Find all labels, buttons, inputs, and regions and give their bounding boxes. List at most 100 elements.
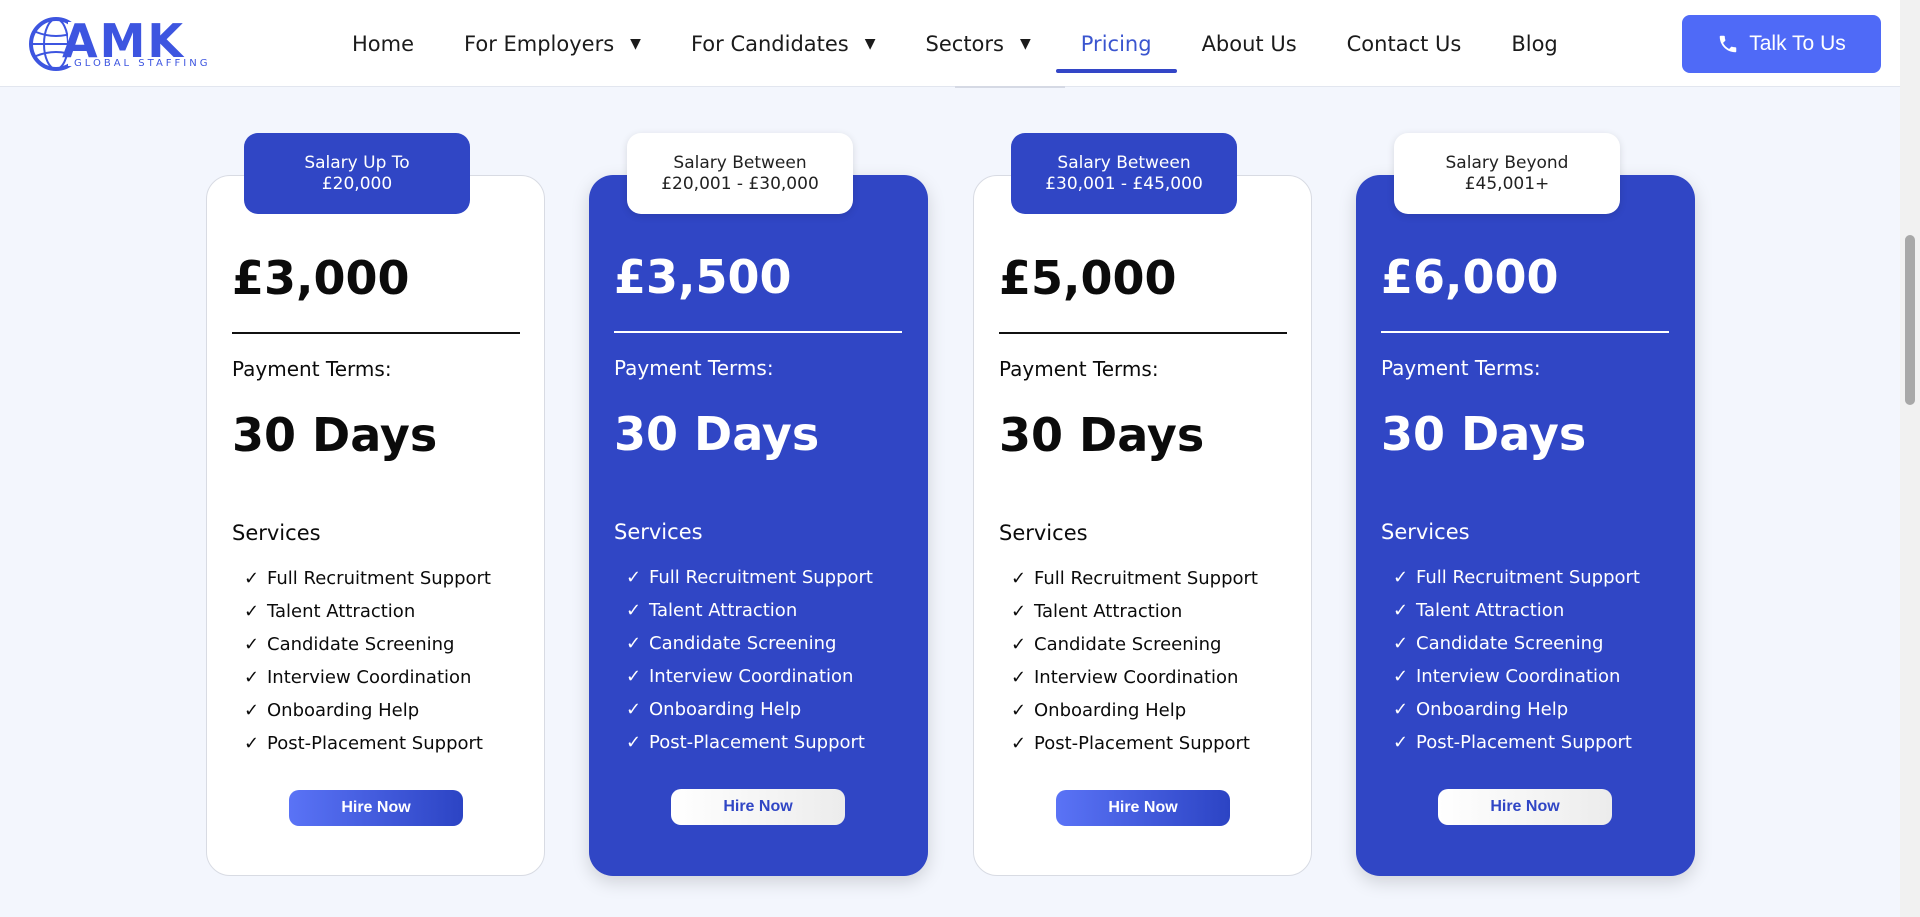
nav-item-contact-us[interactable]: Contact Us: [1347, 0, 1462, 87]
talk-to-us-label: Talk To Us: [1749, 32, 1846, 55]
check-icon: ✓: [244, 634, 260, 655]
salary-tag-4: Salary Beyond £45,001+: [1394, 133, 1620, 214]
check-icon: ✓: [1393, 699, 1409, 720]
check-icon: ✓: [1011, 700, 1027, 721]
list-item: ✓ Full Recruitment Support: [1011, 568, 1258, 601]
check-icon: ✓: [244, 667, 260, 688]
list-item: ✓ Candidate Screening: [1393, 633, 1640, 666]
service-label: Interview Coordination: [267, 667, 472, 688]
list-item: ✓ Post-Placement Support: [1011, 733, 1258, 766]
pricing-card-3: £5,000 Payment Terms: 30 Days Services ✓…: [973, 175, 1312, 876]
service-label: Talent Attraction: [1034, 601, 1183, 622]
list-item: ✓ Onboarding Help: [1393, 699, 1640, 732]
payment-terms-value: 30 Days: [999, 408, 1205, 462]
check-icon: ✓: [626, 600, 642, 621]
pricing-card-2: £3,500 Payment Terms: 30 Days Services ✓…: [589, 175, 928, 876]
check-icon: ✓: [1393, 666, 1409, 687]
check-icon: ✓: [244, 733, 260, 754]
nav-item-for-employers[interactable]: For Employers ▼: [464, 0, 641, 87]
main-nav: Home For Employers ▼ For Candidates ▼ Se…: [352, 0, 1558, 87]
nav-item-label: Contact Us: [1346, 31, 1462, 56]
list-item: ✓ Interview Coordination: [244, 667, 491, 700]
service-label: Onboarding Help: [1416, 699, 1569, 720]
service-label: Full Recruitment Support: [1034, 568, 1258, 589]
payment-terms-value: 30 Days: [614, 407, 820, 461]
list-item: ✓ Onboarding Help: [1011, 700, 1258, 733]
check-icon: ✓: [1011, 667, 1027, 688]
salary-tag-line1: Salary Beyond: [1445, 152, 1569, 173]
list-item: ✓ Post-Placement Support: [626, 732, 873, 765]
price: £3,000: [232, 251, 410, 305]
check-icon: ✓: [626, 699, 642, 720]
service-label: Candidate Screening: [267, 634, 455, 655]
nav-item-blog[interactable]: Blog: [1511, 0, 1557, 87]
check-icon: ✓: [244, 568, 260, 589]
nav-item-sectors[interactable]: Sectors ▼: [926, 0, 1031, 87]
payment-terms-value: 30 Days: [232, 408, 438, 462]
list-item: ✓ Post-Placement Support: [244, 733, 491, 766]
services-list: ✓ Full Recruitment Support ✓ Talent Attrac…: [1011, 568, 1258, 766]
salary-tag-3: Salary Between £30,001 - £45,000: [1011, 133, 1237, 214]
site-logo[interactable]: AMK GLOBAL STAFFING: [28, 14, 208, 72]
phone-icon: [1720, 35, 1737, 53]
hire-now-button[interactable]: Hire Now: [1056, 790, 1230, 826]
nav-item-about-us[interactable]: About Us: [1202, 0, 1297, 87]
card-divider: [614, 331, 902, 333]
list-item: ✓ Onboarding Help: [626, 699, 873, 732]
talk-to-us-button[interactable]: Talk To Us: [1682, 15, 1881, 73]
payment-terms-label: Payment Terms:: [232, 357, 392, 381]
service-label: Full Recruitment Support: [267, 568, 491, 589]
list-item: ✓ Full Recruitment Support: [1393, 567, 1640, 600]
salary-tag-1: Salary Up To £20,000: [244, 133, 470, 214]
service-label: Onboarding Help: [267, 700, 420, 721]
scrollbar-thumb[interactable]: [1905, 235, 1915, 405]
list-item: ✓ Talent Attraction: [1011, 601, 1258, 634]
nav-item-for-candidates[interactable]: For Candidates ▼: [691, 0, 876, 87]
service-label: Interview Coordination: [1416, 666, 1621, 687]
service-label: Candidate Screening: [1416, 633, 1604, 654]
check-icon: ✓: [626, 633, 642, 654]
price: £6,000: [1381, 250, 1559, 304]
card-divider: [232, 332, 520, 334]
services-list: ✓ Full Recruitment Support ✓ Talent Attrac…: [626, 567, 873, 765]
check-icon: ✓: [1393, 600, 1409, 621]
list-item: ✓ Onboarding Help: [244, 700, 491, 733]
nav-item-home[interactable]: Home: [352, 0, 414, 87]
logo-tagline: GLOBAL STAFFING: [74, 58, 211, 69]
list-item: ✓ Candidate Screening: [244, 634, 491, 667]
check-icon: ✓: [1393, 732, 1409, 753]
salary-tag-line2: £30,001 - £45,000: [1045, 173, 1203, 194]
nav-item-pricing[interactable]: Pricing: [1055, 0, 1177, 87]
services-list: ✓ Full Recruitment Support ✓ Talent Attrac…: [244, 568, 491, 766]
hire-now-button[interactable]: Hire Now: [1438, 789, 1612, 825]
check-icon: ✓: [1011, 634, 1027, 655]
list-item: ✓ Interview Coordination: [1393, 666, 1640, 699]
nav-item-label: Blog: [1511, 31, 1558, 56]
hire-now-button[interactable]: Hire Now: [289, 790, 463, 826]
payment-terms-label: Payment Terms:: [614, 356, 774, 380]
salary-tag-line1: Salary Up To: [304, 152, 410, 173]
hire-now-button[interactable]: Hire Now: [671, 789, 845, 825]
payment-terms-label: Payment Terms:: [1381, 356, 1541, 380]
caret-down-icon: ▼: [864, 35, 876, 52]
price: £5,000: [999, 251, 1177, 305]
nav-item-label: Sectors: [925, 31, 1004, 56]
nav-item-label: For Employers: [464, 31, 615, 56]
check-icon: ✓: [1393, 567, 1409, 588]
caret-down-icon: ▼: [630, 35, 641, 52]
salary-tag-line2: £20,000: [321, 173, 393, 194]
list-item: ✓ Full Recruitment Support: [244, 568, 491, 601]
pricing-card-1: £3,000 Payment Terms: 30 Days Services ✓…: [206, 175, 545, 876]
service-label: Onboarding Help: [649, 699, 802, 720]
check-icon: ✓: [244, 601, 260, 622]
service-label: Post-Placement Support: [1034, 733, 1250, 754]
salary-tag-line2: £20,001 - £30,000: [661, 173, 819, 194]
scrollbar-track[interactable]: [1900, 0, 1920, 917]
salary-tag-2: Salary Between £20,001 - £30,000: [627, 133, 853, 214]
check-icon: ✓: [1011, 601, 1027, 622]
list-item: ✓ Talent Attraction: [244, 601, 491, 634]
check-icon: ✓: [1011, 568, 1027, 589]
service-label: Talent Attraction: [649, 600, 798, 621]
services-heading: Services: [1381, 520, 1470, 544]
services-heading: Services: [232, 521, 321, 545]
